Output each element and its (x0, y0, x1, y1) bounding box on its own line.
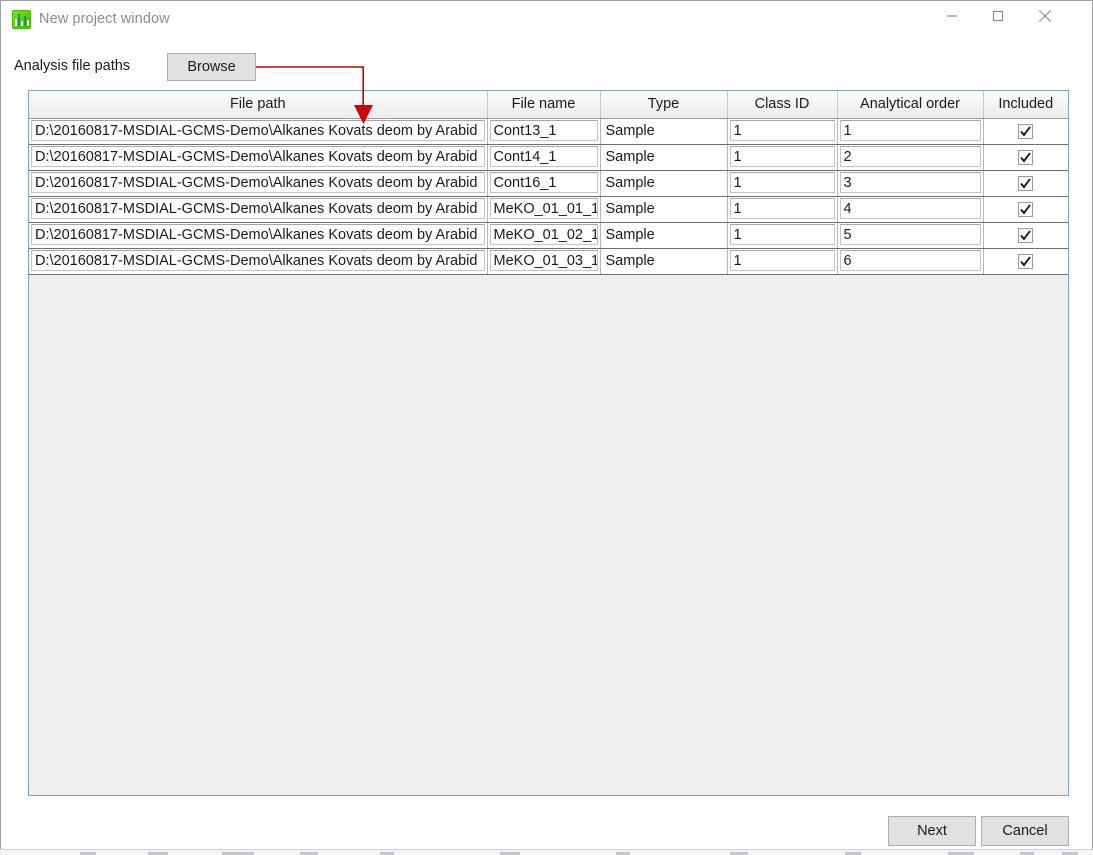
cell-type[interactable]: Sample (600, 144, 728, 171)
type-value: Sample (605, 200, 655, 217)
cell-type[interactable]: Sample (600, 248, 728, 275)
included-checkbox[interactable] (1018, 201, 1034, 217)
file-path-value: D:\20160817-MSDIAL-GCMS-Demo\Alkanes Kov… (31, 250, 485, 271)
table-header-row: File path File name Type Class ID Analyt… (29, 91, 1068, 119)
cell-included[interactable] (983, 144, 1068, 171)
analytical-order-value: 3 (839, 172, 981, 193)
analytical-order-value: 5 (839, 224, 981, 245)
browse-button[interactable]: Browse (167, 53, 256, 81)
cell-file-name[interactable]: Cont14_1 (487, 144, 601, 171)
table-row[interactable]: D:\20160817-MSDIAL-GCMS-Demo\Alkanes Kov… (29, 170, 1068, 197)
type-value: Sample (605, 148, 655, 165)
file-name-value: MeKO_01_01_1 (489, 198, 598, 219)
cell-type[interactable]: Sample (600, 222, 728, 249)
cell-included[interactable] (983, 170, 1068, 197)
analytical-order-value: 1 (839, 120, 981, 141)
file-name-value: Cont13_1 (489, 120, 598, 141)
cell-file-name[interactable]: Cont16_1 (487, 170, 601, 197)
file-path-value: D:\20160817-MSDIAL-GCMS-Demo\Alkanes Kov… (31, 224, 485, 245)
cell-analytical-order[interactable]: 6 (837, 248, 984, 275)
cell-included[interactable] (983, 248, 1068, 275)
type-value: Sample (605, 122, 655, 139)
class-id-value: 1 (729, 224, 835, 245)
cell-included[interactable] (983, 222, 1068, 249)
cell-file-path[interactable]: D:\20160817-MSDIAL-GCMS-Demo\Alkanes Kov… (29, 222, 488, 249)
column-header-file-path[interactable]: File path (29, 91, 488, 119)
cell-included[interactable] (983, 196, 1068, 223)
column-header-analytical-order[interactable]: Analytical order (837, 91, 984, 119)
class-id-value: 1 (729, 146, 835, 167)
analysis-files-table: File path File name Type Class ID Analyt… (29, 91, 1068, 275)
window-title: New project window (39, 11, 170, 27)
type-value: Sample (605, 252, 655, 269)
table-row[interactable]: D:\20160817-MSDIAL-GCMS-Demo\Alkanes Kov… (29, 248, 1068, 275)
analytical-order-value: 6 (839, 250, 981, 271)
cell-file-path[interactable]: D:\20160817-MSDIAL-GCMS-Demo\Alkanes Kov… (29, 118, 488, 145)
title-bar: New project window (1, 1, 1092, 39)
table-row[interactable]: D:\20160817-MSDIAL-GCMS-Demo\Alkanes Kov… (29, 196, 1068, 223)
class-id-value: 1 (729, 250, 835, 271)
close-icon[interactable] (1022, 1, 1068, 31)
cell-file-name[interactable]: Cont13_1 (487, 118, 601, 145)
cell-class-id[interactable]: 1 (727, 170, 838, 197)
analytical-order-value: 4 (839, 198, 981, 219)
table-row[interactable]: D:\20160817-MSDIAL-GCMS-Demo\Alkanes Kov… (29, 118, 1068, 145)
table-row[interactable]: D:\20160817-MSDIAL-GCMS-Demo\Alkanes Kov… (29, 222, 1068, 249)
background-window-sliver (0, 849, 1093, 855)
type-value: Sample (605, 226, 655, 243)
cancel-button[interactable]: Cancel (981, 816, 1069, 846)
cell-analytical-order[interactable]: 1 (837, 118, 984, 145)
included-checkbox[interactable] (1018, 123, 1034, 139)
file-name-value: Cont14_1 (489, 146, 598, 167)
cell-file-path[interactable]: D:\20160817-MSDIAL-GCMS-Demo\Alkanes Kov… (29, 248, 488, 275)
cell-included[interactable] (983, 118, 1068, 145)
file-name-value: Cont16_1 (489, 172, 598, 193)
file-path-value: D:\20160817-MSDIAL-GCMS-Demo\Alkanes Kov… (31, 120, 485, 141)
cell-analytical-order[interactable]: 3 (837, 170, 984, 197)
msdial-app-icon (12, 10, 31, 29)
cell-file-path[interactable]: D:\20160817-MSDIAL-GCMS-Demo\Alkanes Kov… (29, 196, 488, 223)
file-path-value: D:\20160817-MSDIAL-GCMS-Demo\Alkanes Kov… (31, 198, 485, 219)
cell-analytical-order[interactable]: 4 (837, 196, 984, 223)
analysis-file-paths-label: Analysis file paths (14, 58, 131, 74)
cell-class-id[interactable]: 1 (727, 196, 838, 223)
maximize-icon[interactable] (975, 1, 1021, 31)
cell-analytical-order[interactable]: 5 (837, 222, 984, 249)
cell-analytical-order[interactable]: 2 (837, 144, 984, 171)
included-checkbox[interactable] (1018, 175, 1034, 191)
class-id-value: 1 (729, 120, 835, 141)
cell-class-id[interactable]: 1 (727, 118, 838, 145)
cell-file-path[interactable]: D:\20160817-MSDIAL-GCMS-Demo\Alkanes Kov… (29, 144, 488, 171)
cell-file-name[interactable]: MeKO_01_02_1 (487, 222, 601, 249)
cell-file-path[interactable]: D:\20160817-MSDIAL-GCMS-Demo\Alkanes Kov… (29, 170, 488, 197)
column-header-class-id[interactable]: Class ID (727, 91, 838, 119)
cell-file-name[interactable]: MeKO_01_01_1 (487, 196, 601, 223)
new-project-window: New project window Analysis file paths B… (0, 0, 1093, 855)
table-row[interactable]: D:\20160817-MSDIAL-GCMS-Demo\Alkanes Kov… (29, 144, 1068, 171)
class-id-value: 1 (729, 198, 835, 219)
file-name-value: MeKO_01_02_1 (489, 224, 598, 245)
included-checkbox[interactable] (1018, 149, 1034, 165)
file-path-value: D:\20160817-MSDIAL-GCMS-Demo\Alkanes Kov… (31, 146, 485, 167)
cell-class-id[interactable]: 1 (727, 248, 838, 275)
cell-type[interactable]: Sample (600, 170, 728, 197)
file-path-value: D:\20160817-MSDIAL-GCMS-Demo\Alkanes Kov… (31, 172, 485, 193)
analytical-order-value: 2 (839, 146, 981, 167)
cell-type[interactable]: Sample (600, 196, 728, 223)
cell-class-id[interactable]: 1 (727, 144, 838, 171)
cell-type[interactable]: Sample (600, 118, 728, 145)
file-name-value: MeKO_01_03_1 (489, 250, 598, 271)
next-button[interactable]: Next (888, 816, 976, 846)
cell-class-id[interactable]: 1 (727, 222, 838, 249)
minimize-icon[interactable] (929, 1, 975, 31)
type-value: Sample (605, 174, 655, 191)
column-header-type[interactable]: Type (600, 91, 728, 119)
column-header-file-name[interactable]: File name (487, 91, 601, 119)
analysis-files-grid-panel: File path File name Type Class ID Analyt… (28, 90, 1069, 796)
included-checkbox[interactable] (1018, 227, 1034, 243)
column-header-included[interactable]: Included (983, 91, 1068, 119)
class-id-value: 1 (729, 172, 835, 193)
included-checkbox[interactable] (1018, 253, 1034, 269)
cell-file-name[interactable]: MeKO_01_03_1 (487, 248, 601, 275)
